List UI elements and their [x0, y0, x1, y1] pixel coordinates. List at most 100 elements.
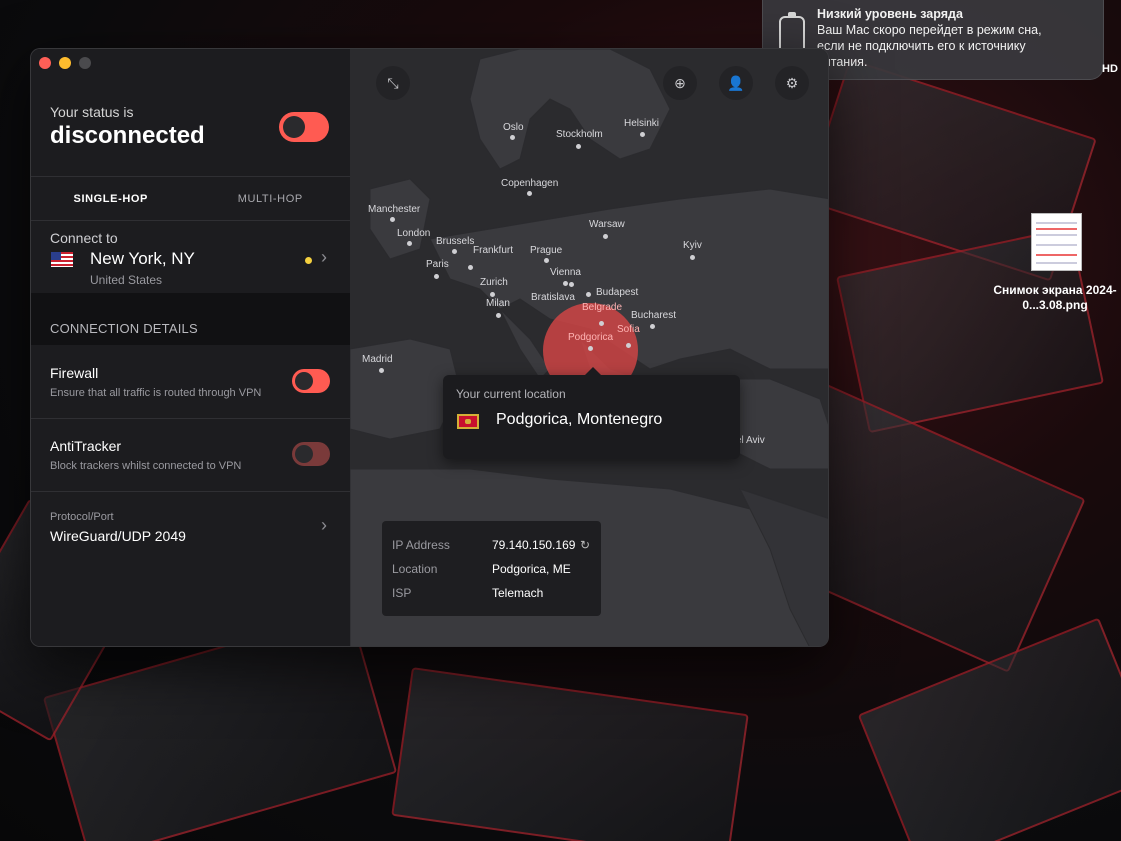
map-city-dot [603, 234, 608, 239]
crosshair-icon: ⊕ [674, 74, 686, 91]
map-city-dot [626, 343, 631, 348]
current-location-label: Your current location [456, 387, 566, 401]
chevron-right-icon: › [321, 247, 327, 267]
map-city-belgrade: Belgrade [582, 302, 623, 313]
map-city-bucharest: Bucharest [631, 310, 677, 321]
screenshot-file-label[interactable]: Снимок экрана 2024-0...3.08.png [990, 283, 1120, 313]
map-city-oslo: Oslo [503, 122, 524, 133]
map-city-stockholm: Stockholm [556, 129, 603, 140]
map-city-dot [586, 292, 591, 297]
server-country: United States [90, 273, 163, 287]
map-city-vienna: Vienna [550, 267, 581, 278]
minimize-window-button[interactable] [59, 57, 71, 69]
map-city-madrid: Madrid [362, 354, 393, 365]
connect-to-label: Connect to [50, 230, 118, 246]
map-city-dot [490, 292, 495, 297]
server-selector[interactable]: Connect to New York, NY United States › [31, 221, 350, 293]
collapse-arrows-icon: ⤡ [387, 74, 399, 91]
center-location-button[interactable]: ⊕ [663, 66, 697, 100]
ip-address-label: IP Address [392, 538, 450, 552]
montenegro-flag-icon [457, 414, 479, 429]
map-city-dot [576, 144, 581, 149]
map-city-copenhagen: Copenhagen [501, 178, 559, 189]
connection-details-title: CONNECTION DETAILS [50, 321, 198, 336]
location-label: Location [392, 562, 438, 576]
map-city-dot [527, 191, 532, 196]
current-location-popup: Your current location Podgorica, Montene… [443, 367, 740, 459]
antitracker-toggle[interactable] [292, 442, 330, 466]
map-city-dot [510, 135, 515, 140]
map-city-dot [434, 274, 439, 279]
screenshot-file-icon[interactable] [1031, 213, 1082, 271]
firewall-toggle[interactable] [292, 369, 330, 393]
map-city-tel-aviv: el Aviv [736, 435, 765, 446]
status-label: Your status is [50, 104, 134, 120]
connection-details-header: CONNECTION DETAILS [31, 293, 350, 345]
server-load-indicator [305, 257, 312, 264]
us-flag-icon [51, 252, 73, 267]
vpn-app-window: Your status is disconnected SINGLE-HOP M… [30, 48, 829, 647]
map-city-kyiv: Kyiv [683, 240, 702, 251]
map-city-dot [496, 313, 501, 318]
map-city-dot [563, 281, 568, 286]
map-city-sofia: Sofia [617, 324, 640, 335]
protocol-value: WireGuard/UDP 2049 [50, 528, 186, 544]
settings-button[interactable]: ⚙ [775, 66, 809, 100]
connect-toggle[interactable] [279, 112, 329, 142]
compact-view-button[interactable]: ⤡ [376, 66, 410, 100]
protocol-label: Protocol/Port [50, 511, 114, 523]
map-city-zurich: Zurich [480, 277, 508, 288]
status-value: disconnected [50, 122, 205, 149]
map-city-milan: Milan [486, 298, 510, 309]
firewall-subtitle: Ensure that all traffic is routed throug… [50, 387, 262, 399]
current-location-city: Podgorica, Montenegro [496, 411, 663, 428]
map-city-prague: Prague [530, 245, 563, 256]
location-value: Podgorica, ME [492, 562, 571, 576]
map-city-london: London [397, 228, 431, 239]
antitracker-subtitle: Block trackers whilst connected to VPN [50, 460, 242, 472]
antitracker-setting: AntiTracker Block trackers whilst connec… [31, 418, 350, 491]
server-city: New York, NY [90, 249, 195, 268]
map-city-dot [379, 368, 384, 373]
map-city-dot [569, 282, 574, 287]
close-window-button[interactable] [39, 57, 51, 69]
map-city-bratislava: Bratislava [531, 292, 575, 303]
user-icon: 👤 [727, 74, 745, 91]
map-city-dot [588, 346, 593, 351]
account-button[interactable]: 👤 [719, 66, 753, 100]
hop-tabs: SINGLE-HOP MULTI-HOP [31, 177, 350, 220]
map-city-helsinki: Helsinki [624, 118, 660, 129]
zoom-window-button[interactable] [79, 57, 91, 69]
notification-body: Ваш Mac скоро перейдет в режим сна, если… [817, 23, 1042, 69]
world-map[interactable]: ⤡ ⊕ 👤 ⚙ Oslo Stockholm Helsinki Copenhag… [350, 49, 828, 646]
disk-label[interactable]: HD [1102, 63, 1118, 75]
map-city-dot [407, 241, 412, 246]
map-city-warsaw: Warsaw [589, 219, 625, 230]
refresh-icon[interactable]: ↻ [580, 538, 590, 552]
map-city-dot [690, 255, 695, 260]
sidebar: Your status is disconnected SINGLE-HOP M… [31, 49, 350, 646]
firewall-setting: Firewall Ensure that all traffic is rout… [31, 345, 350, 418]
notification-title: Низкий уровень заряда [817, 7, 963, 21]
tab-multi-hop[interactable]: MULTI-HOP [191, 177, 351, 220]
antitracker-title: AntiTracker [50, 438, 122, 454]
map-city-dot [544, 258, 549, 263]
window-controls [39, 57, 91, 69]
map-city-budapest: Budapest [596, 287, 639, 298]
map-city-dot [468, 265, 473, 270]
isp-value: Telemach [492, 586, 544, 600]
tab-single-hop[interactable]: SINGLE-HOP [31, 177, 191, 220]
map-city-podgorica: Podgorica [568, 332, 614, 343]
chevron-right-icon: › [321, 515, 327, 535]
map-city-dot [452, 249, 457, 254]
map-city-dot [640, 132, 645, 137]
isp-label: ISP [392, 586, 412, 600]
gear-icon: ⚙ [785, 74, 799, 91]
map-city-frankfurt: Frankfurt [473, 245, 514, 256]
firewall-title: Firewall [50, 365, 99, 381]
map-city-dot [650, 324, 655, 329]
map-city-dot [390, 217, 395, 222]
map-city-dot [599, 321, 604, 326]
map-city-paris: Paris [426, 259, 449, 270]
map-city-manchester: Manchester [368, 204, 421, 215]
